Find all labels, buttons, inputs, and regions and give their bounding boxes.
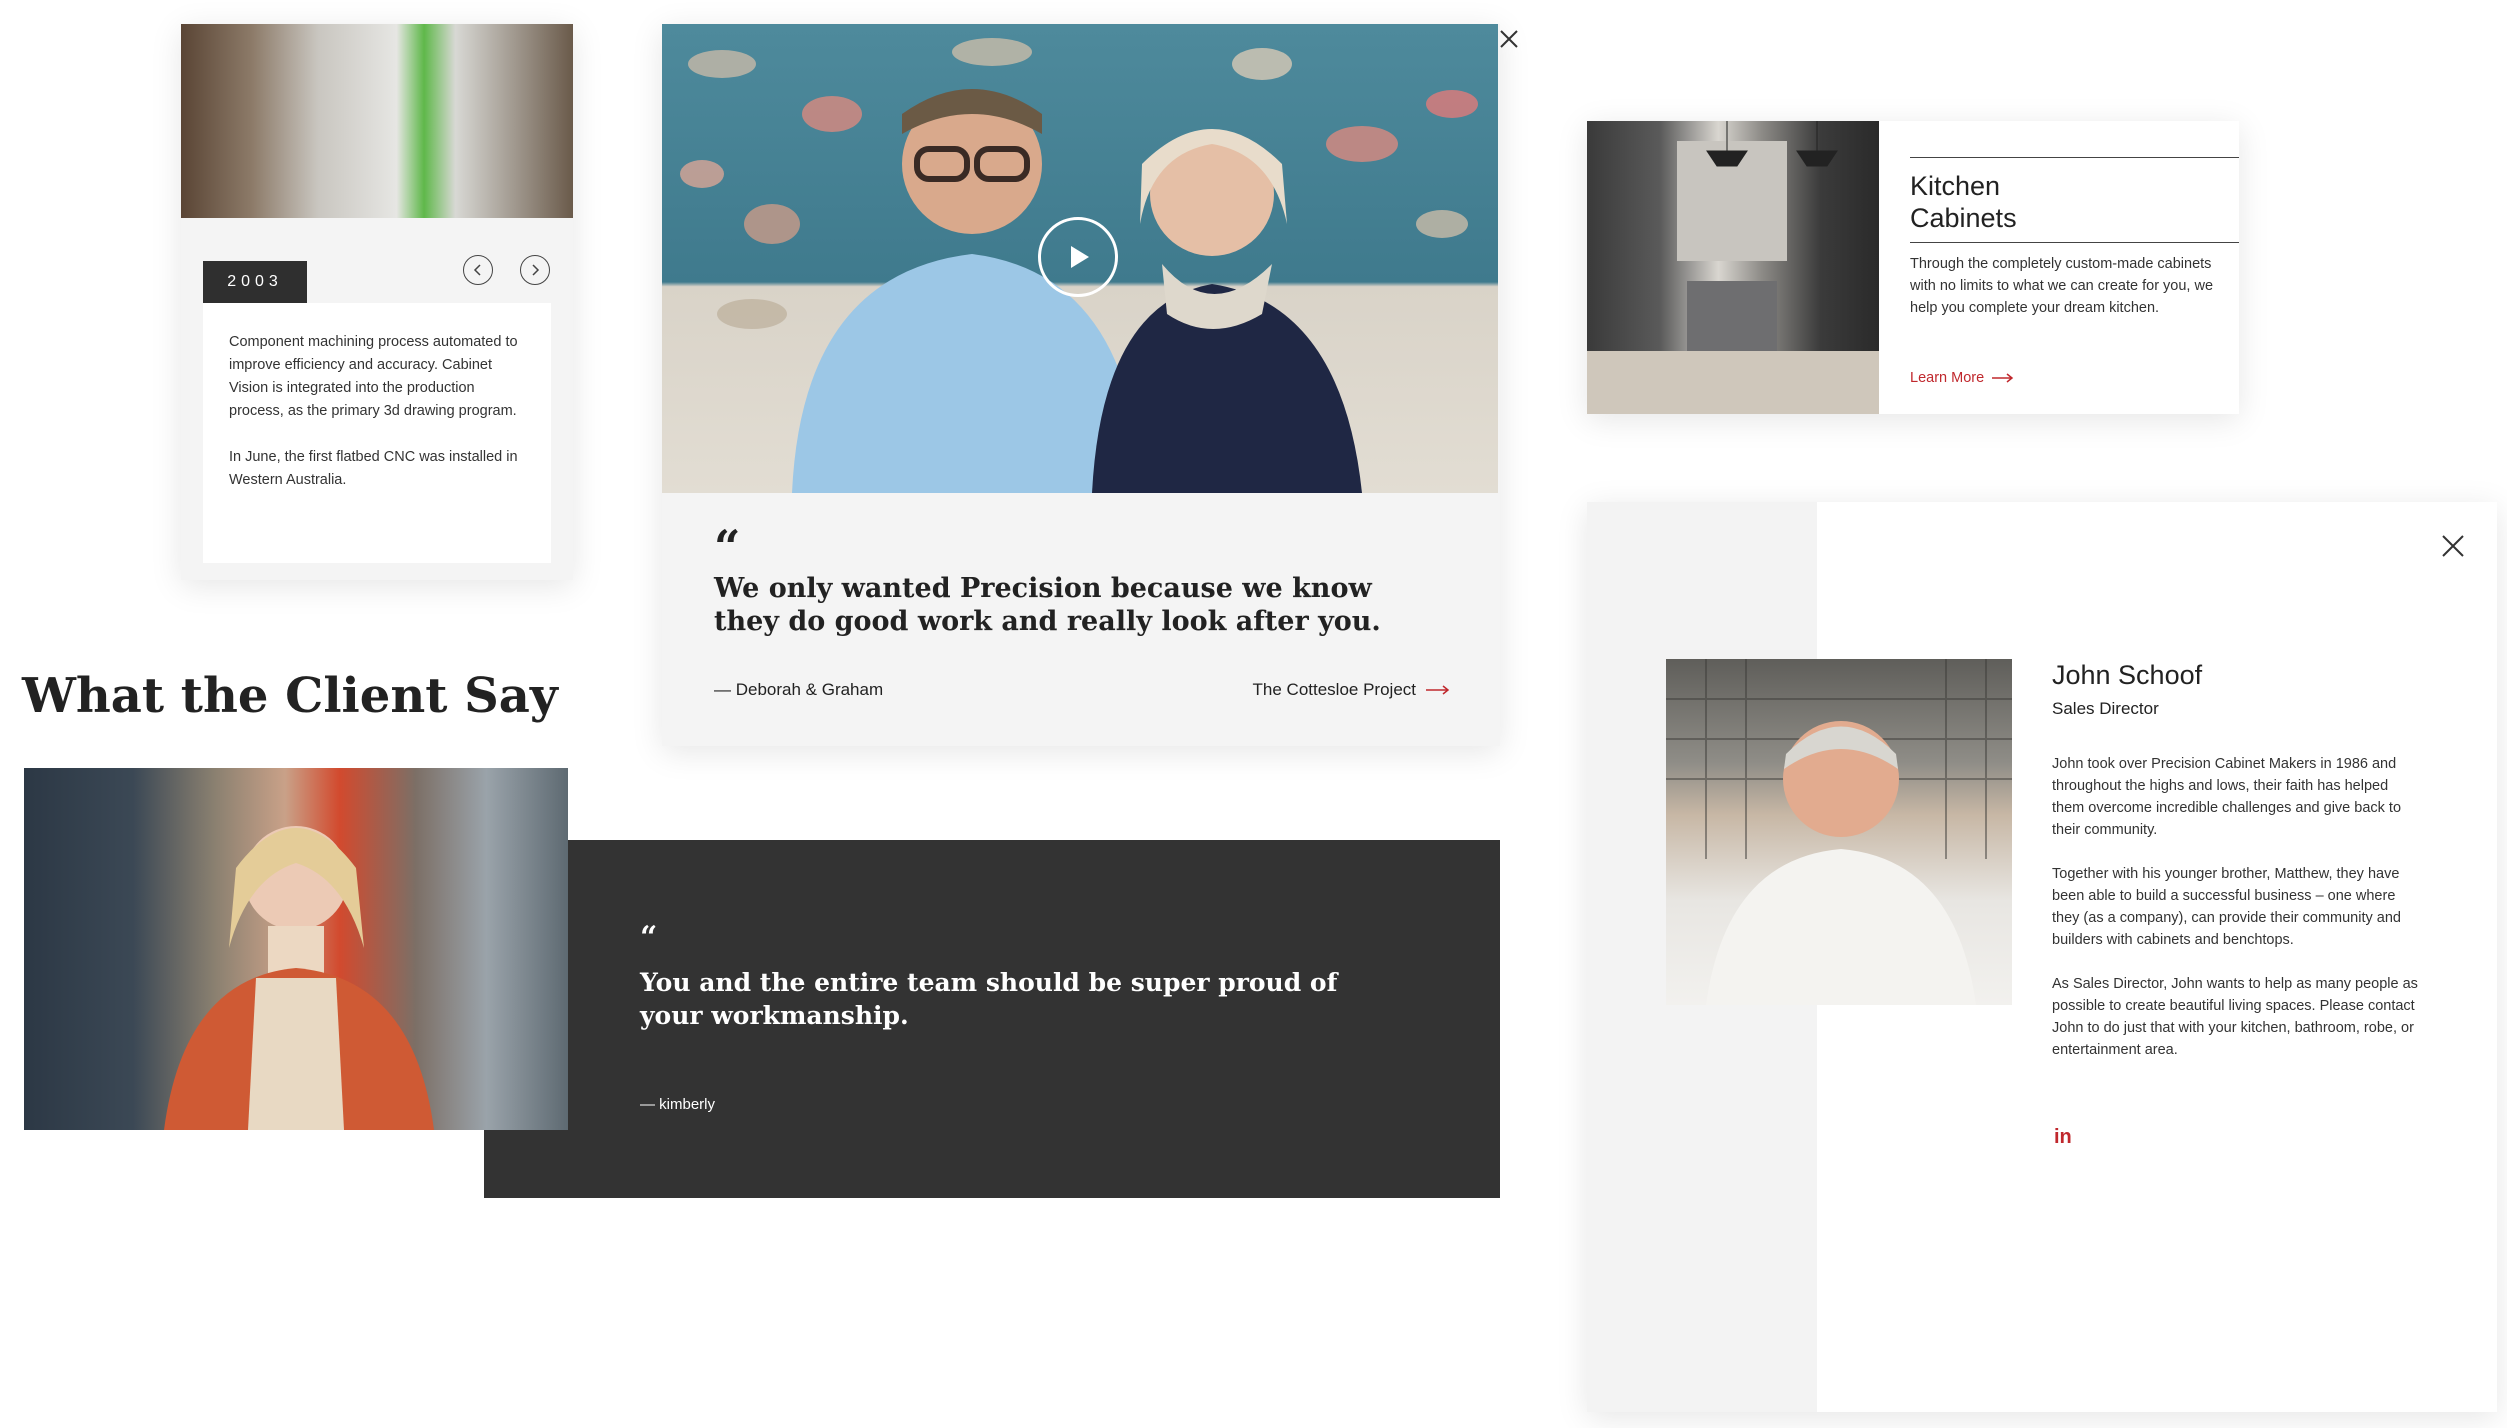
project-link-label: The Cottesloe Project: [1252, 680, 1416, 699]
testimonial-author: — kimberly: [640, 1096, 716, 1113]
kitchen-title: Kitchen Cabinets: [1910, 157, 2239, 243]
bio-paragraph: John took over Precision Cabinet Makers …: [2052, 756, 2402, 838]
profile-photo-illustration: [1666, 659, 2012, 1005]
timeline-year-badge: 2003: [203, 261, 307, 303]
client-photo-illustration: [164, 826, 434, 1130]
kitchen-description: Through the completely custom-made cabin…: [1910, 256, 2214, 316]
kitchen-cabinets-card: Kitchen Cabinets Through the completely …: [1587, 121, 2239, 414]
client-photo: [24, 768, 568, 1130]
chevron-left-icon: [473, 264, 481, 276]
project-link[interactable]: The Cottesloe Project: [1253, 680, 1450, 700]
profile-bio: John took over Precision Cabinet Makers …: [2052, 753, 2418, 1083]
timeline-next-button[interactable]: [520, 255, 550, 285]
timeline-paragraph: Component machining process automated to…: [229, 334, 518, 419]
profile-role: Sales Director: [2052, 699, 2159, 718]
timeline-prev-button[interactable]: [463, 255, 493, 285]
team-member-modal: John Schoof Sales Director John took ove…: [1587, 502, 2497, 1412]
kitchen-illustration: [1587, 121, 1879, 414]
section-heading: What the Client Say: [22, 668, 558, 724]
learn-more-link[interactable]: Learn More: [1910, 370, 2014, 386]
kitchen-title-line: Cabinets: [1910, 203, 2017, 233]
timeline-description: Component machining process automated to…: [203, 303, 551, 563]
profile-name: John Schoof: [2052, 660, 2203, 690]
quote-mark: “: [714, 520, 741, 574]
kitchen-title-line: Kitchen: [1910, 171, 2001, 201]
timeline-paragraph: In June, the first flatbed CNC was insta…: [229, 449, 518, 488]
testimonial-quote: You and the entire team should be super …: [640, 968, 1338, 1030]
chevron-right-icon: [532, 264, 540, 276]
kitchen-image: [1587, 121, 1879, 414]
testimonial-quote: We only wanted Precision because we know…: [714, 573, 1381, 637]
video-testimonial-card: “ We only wanted Precision because we kn…: [662, 24, 1500, 746]
quote-mark: “: [640, 920, 658, 955]
arrow-right-icon: [1992, 373, 2014, 383]
arrow-right-icon: [1426, 685, 1450, 695]
bio-paragraph: Together with his younger brother, Matth…: [2052, 866, 2401, 948]
testimonial-author: — Deborah & Graham: [714, 680, 884, 699]
timeline-card: 2003 Component machining process automat…: [181, 24, 573, 580]
play-icon: [1071, 246, 1089, 268]
profile-photo: [1666, 659, 2012, 1005]
close-icon[interactable]: [2439, 532, 2467, 560]
play-button[interactable]: [1038, 217, 1118, 297]
video-player[interactable]: [662, 24, 1498, 493]
bio-paragraph: As Sales Director, John wants to help as…: [2052, 976, 2418, 1058]
learn-more-label: Learn More: [1910, 370, 1985, 386]
timeline-image: [181, 24, 573, 218]
linkedin-icon[interactable]: in: [2054, 1126, 2072, 1149]
close-icon[interactable]: [1496, 26, 1522, 52]
